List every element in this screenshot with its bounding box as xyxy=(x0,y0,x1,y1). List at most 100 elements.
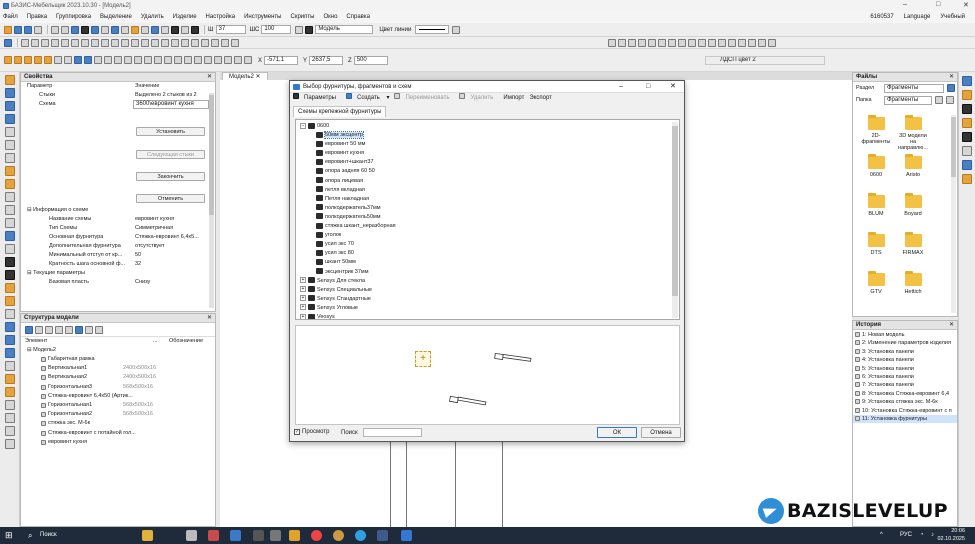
tab-fastener-schemes[interactable]: Схемы крепежной фурнитуры xyxy=(293,106,387,117)
view-top-icon[interactable] xyxy=(648,39,656,47)
circle-tool-icon[interactable] xyxy=(51,38,59,47)
folder-view-icon[interactable] xyxy=(946,96,954,104)
export-tool-icon[interactable] xyxy=(234,56,242,64)
structure-tree-item[interactable]: стяжка экс. М-6к xyxy=(41,419,215,428)
line-options-icon[interactable] xyxy=(452,25,461,34)
strip-zoom-window-icon[interactable] xyxy=(5,413,15,423)
scheme-group-node[interactable]: + Sensys Стандартные xyxy=(296,295,679,304)
strip-refresh-icon[interactable] xyxy=(5,153,15,163)
history-item[interactable]: 2: Изменение параметров изделия xyxy=(853,339,957,347)
strip-zoom-icon[interactable] xyxy=(5,335,15,345)
offset-tool-icon[interactable] xyxy=(111,38,119,47)
scheme-group-node[interactable]: + Sensys Для стекла xyxy=(296,277,679,286)
x-coord-field[interactable]: -571,1 xyxy=(264,56,299,65)
strip-mirror-icon[interactable] xyxy=(5,140,15,150)
folder-item[interactable]: Aristo xyxy=(898,154,928,178)
panel-frontal-icon[interactable] xyxy=(34,56,42,64)
measure-icon[interactable] xyxy=(121,25,129,34)
tray-time[interactable]: 20:06 xyxy=(895,528,965,534)
strip-print-icon[interactable] xyxy=(5,426,15,436)
scheme-tree-item[interactable]: евровинт кухня xyxy=(296,149,679,158)
history-item[interactable]: 8: Установка Стяжка-евровинт 6,4 xyxy=(853,390,957,398)
box-tool-icon[interactable] xyxy=(44,56,52,64)
menu-window[interactable]: Окно xyxy=(323,14,337,20)
struct-help-icon[interactable] xyxy=(45,325,53,334)
strip-panel-icon[interactable] xyxy=(5,75,15,85)
specification-tool-icon[interactable] xyxy=(204,56,212,64)
pan-icon[interactable] xyxy=(141,25,149,34)
cutout-tool-icon[interactable] xyxy=(124,56,132,64)
prop-row[interactable]: Кратность шага основной ф... 32 xyxy=(23,260,203,269)
structure-tree-item[interactable]: Стяжка-евровинт 6,4х50 (Артик... xyxy=(41,392,215,401)
scheme-tree-item[interactable]: опора задняя 60 50 xyxy=(296,167,679,176)
strip-box-icon[interactable] xyxy=(5,166,15,176)
menu-settings[interactable]: Настройка xyxy=(206,14,236,20)
structure-tree-item[interactable]: Горизонтальная3 568x500x16 xyxy=(41,383,215,392)
structure-tree-item[interactable]: Горизонтальная2 568x500x16 xyxy=(41,410,215,419)
folder-item[interactable]: BLUM xyxy=(861,193,891,217)
right-mail-icon[interactable] xyxy=(962,174,972,184)
zoom-icon[interactable] xyxy=(151,25,159,34)
rename-button[interactable]: Переименовать xyxy=(394,93,454,104)
strip-hand-icon[interactable] xyxy=(5,322,15,332)
texture-tool-icon[interactable] xyxy=(154,56,162,64)
expand-icon[interactable]: + xyxy=(300,295,306,302)
line-tool-icon[interactable] xyxy=(21,38,29,47)
history-item[interactable]: 5: Установка панели xyxy=(853,365,957,373)
settings-tool-icon[interactable] xyxy=(244,56,252,64)
hatch-tool-icon[interactable] xyxy=(201,38,209,47)
view-iso4-icon[interactable] xyxy=(698,39,706,47)
hardware-tool-icon[interactable] xyxy=(84,56,92,64)
struct-tree-icon[interactable] xyxy=(25,325,33,334)
history-item[interactable]: 9: Установка стяжка экс. М-6к xyxy=(853,398,957,406)
right-lamp-icon[interactable] xyxy=(962,90,972,100)
shs-field[interactable]: 100 xyxy=(261,25,292,34)
expand-icon[interactable]: + xyxy=(300,313,306,319)
prop-row[interactable]: Дополнительная фурнитура отсутствует xyxy=(23,242,203,251)
taskbar-dirt-icon[interactable] xyxy=(230,530,241,541)
prop-row[interactable]: Схема 3600\евровинт кухня xyxy=(39,100,215,109)
lock-icon[interactable] xyxy=(181,25,189,34)
taskbar-search-icon[interactable]: ⌕ xyxy=(28,531,32,541)
arrow-tool-icon[interactable] xyxy=(4,38,12,47)
ok-button[interactable]: ОК xyxy=(597,427,637,438)
folder-item[interactable]: FIRMAX xyxy=(898,232,928,256)
prop-row[interactable]: Стыки Выделено 2 стыков из 2 xyxy=(39,91,215,100)
strip-door-icon[interactable] xyxy=(5,179,15,189)
expand-icon[interactable]: + xyxy=(300,286,306,293)
strip-select-icon[interactable] xyxy=(5,88,15,98)
view-front-icon[interactable] xyxy=(608,39,616,47)
section-info-header[interactable]: ⊟ Информация о схеме xyxy=(23,206,203,215)
history-item[interactable]: 3: Установка панели xyxy=(853,348,957,356)
line-style-select[interactable] xyxy=(415,25,450,34)
text-tool-icon[interactable] xyxy=(191,38,199,47)
scheme-tree-item[interactable]: евровинт 50 мм xyxy=(296,140,679,149)
open-file-icon[interactable] xyxy=(14,25,22,34)
export-button[interactable]: Экспорт xyxy=(529,93,552,104)
menu-grouping[interactable]: Группировка xyxy=(56,14,91,20)
close-icon[interactable]: ✕ xyxy=(963,1,969,9)
history-close-icon[interactable]: ✕ xyxy=(949,321,954,330)
scheme-group-node[interactable]: + Sensys Специальные xyxy=(296,286,679,295)
taskbar-widget-icon[interactable] xyxy=(142,530,153,541)
undo-icon[interactable] xyxy=(51,25,59,34)
struct-filter-icon[interactable] xyxy=(35,325,43,334)
panel-horizontal-icon[interactable] xyxy=(24,56,32,64)
preview-toggle[interactable]: ✓ Просмотр xyxy=(294,429,329,435)
strip-clock-icon[interactable] xyxy=(5,270,15,280)
taskbar-store-icon[interactable] xyxy=(270,530,281,541)
strip-fastener-icon[interactable] xyxy=(5,231,15,241)
strip-hinge-icon[interactable] xyxy=(5,218,15,228)
scheme-tree-item[interactable]: стяжка шкант_неразборная xyxy=(296,222,679,231)
render-wire-icon[interactable] xyxy=(708,39,716,47)
section-current-header[interactable]: ⊟ Текущие параметры xyxy=(23,269,203,278)
taskbar-telegram-icon[interactable] xyxy=(355,530,366,541)
scheme-group-node[interactable]: + Sensys Угловые xyxy=(296,304,679,313)
right-cut-icon[interactable] xyxy=(962,146,972,156)
z-coord-field[interactable]: 500 xyxy=(353,56,388,65)
history-item[interactable]: 11: Установка фурнитуры xyxy=(853,414,957,424)
scheme-tree-item[interactable]: усил экс 70 xyxy=(296,240,679,249)
panel-tool-icon[interactable] xyxy=(4,56,12,64)
structure-tree-item[interactable]: Горизонтальная1 568x500x16 xyxy=(41,401,215,410)
taskbar-search-label[interactable]: Поиск xyxy=(40,532,57,538)
